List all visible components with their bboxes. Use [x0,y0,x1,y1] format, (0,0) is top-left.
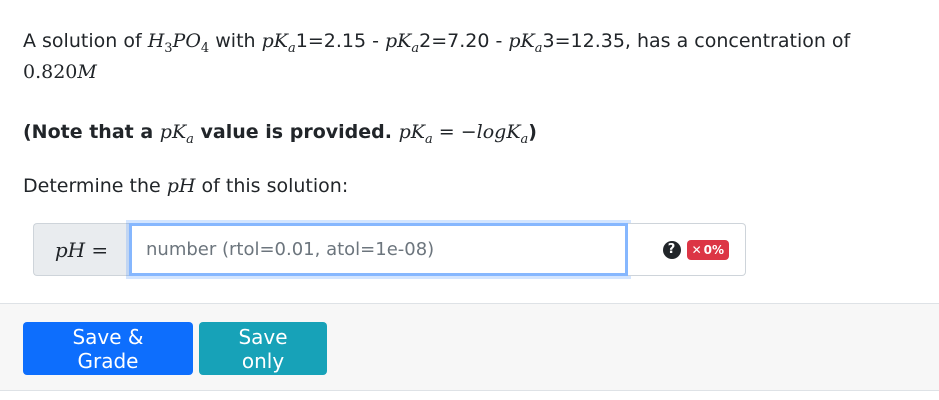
save-grade-button[interactable]: Save & Grade [23,322,193,375]
pka1-value: 1=2.15 - [295,30,379,52]
pka2-value: 2=7.20 - [419,30,503,52]
answer-input[interactable] [129,223,628,276]
pka3-value: 3=12.35, has a concentration of [542,30,851,52]
answer-label: pH = [33,223,129,276]
note-pka-symbol: pKa [159,121,194,147]
question-intro: A solution of [23,30,142,52]
question-circle-icon[interactable]: ? [662,240,681,259]
concentration: 0.820M [23,61,97,83]
note-formula: pKa = −logKa [398,121,529,147]
pka2-symbol: pKa [385,30,420,56]
ph-symbol: pH [166,175,196,197]
card-footer: Save & Grade Save only [0,303,939,391]
prompt-text: Determine the pH of this solution: [23,175,349,197]
x-icon: ✕ [691,242,702,257]
save-only-button[interactable]: Save only [199,322,327,375]
question-text: A solution of H3PO4 with pKa1=2.15 - pKa… [23,26,923,88]
score-value: 0% [703,242,724,257]
pka3-symbol: pKa [508,30,543,56]
answer-input-group: pH = ? ✕0% [33,223,746,276]
note-text: (Note that a pKa value is provided. pKa … [23,121,537,147]
acid-formula: H3PO4 [147,30,210,56]
score-badge: ✕ 0% [686,239,729,260]
answer-status: ? ✕ 0% [628,223,746,276]
pka1-symbol: pKa [261,30,296,56]
question-with: with [215,30,256,52]
